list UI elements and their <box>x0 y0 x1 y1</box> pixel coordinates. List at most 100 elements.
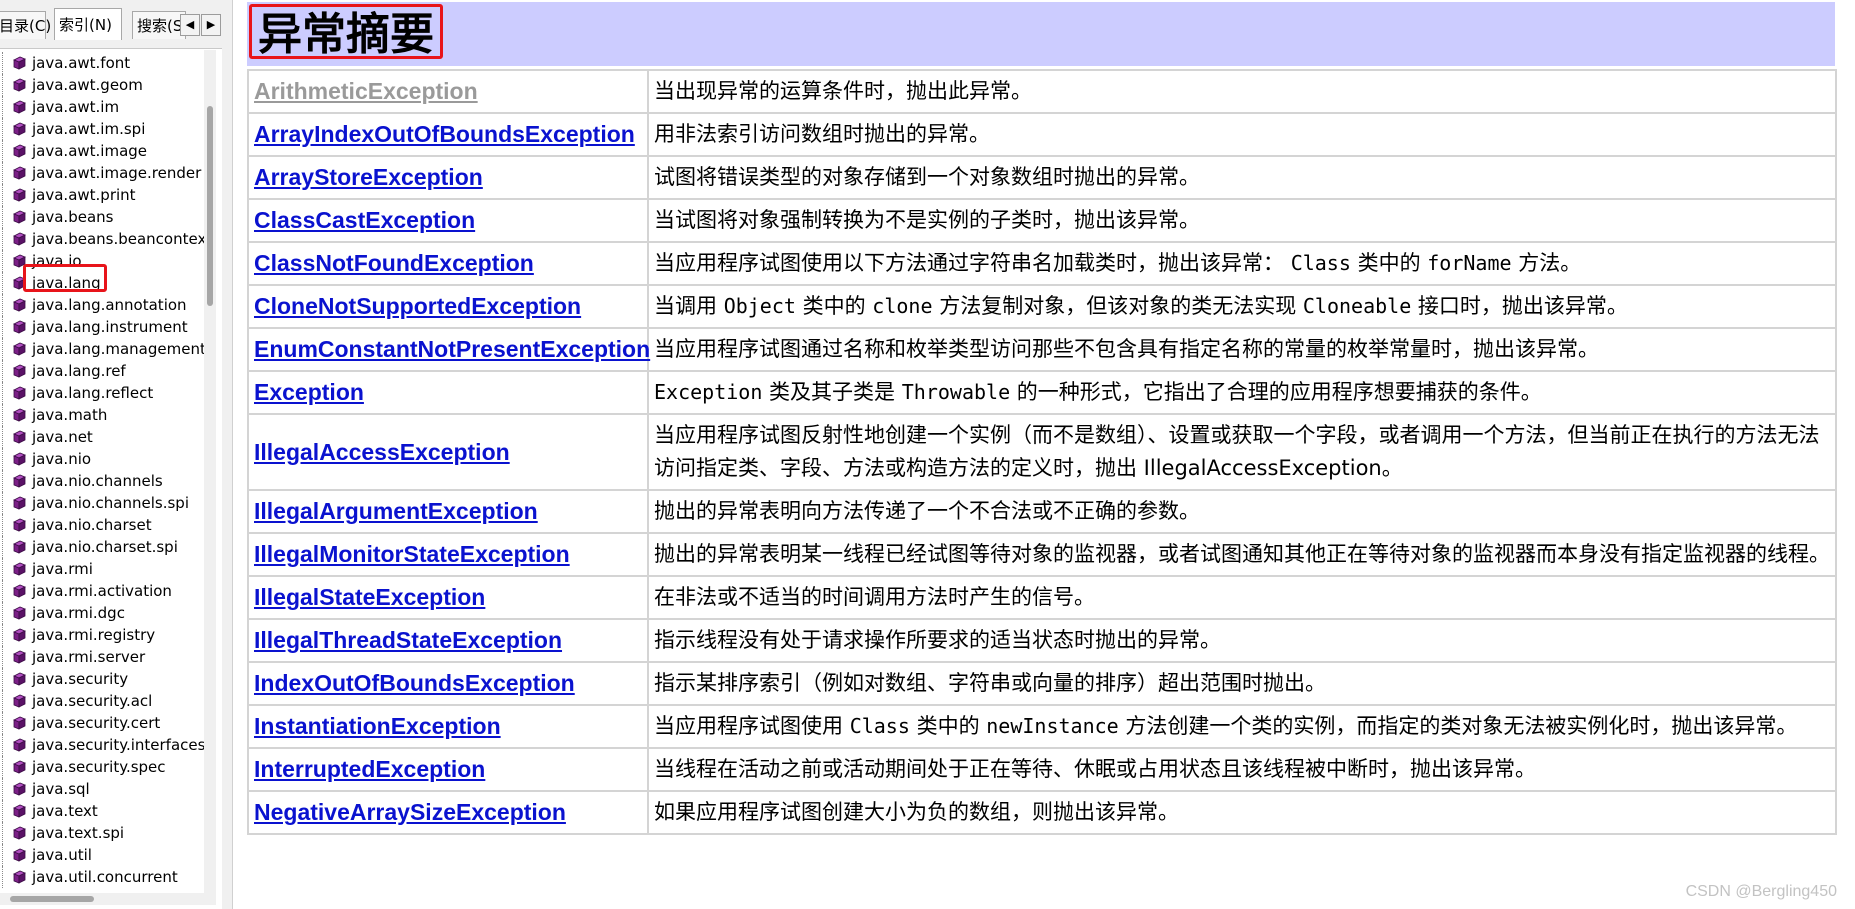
exception-link[interactable]: IllegalStateException <box>254 584 485 610</box>
tree-item[interactable]: java.nio <box>0 448 204 470</box>
tree-item[interactable]: java.rmi.activation <box>0 580 204 602</box>
tree-vertical-scroll-thumb[interactable] <box>207 106 213 306</box>
tree-item[interactable]: java.lang.instrument <box>0 316 204 338</box>
exception-name-cell: IllegalMonitorStateException <box>247 532 649 577</box>
tree-item[interactable]: java.security.spec <box>0 756 204 778</box>
tree-item[interactable]: java.text.spi <box>0 822 204 844</box>
tree-connector-line <box>2 294 4 316</box>
tree-item[interactable]: java.awt.im.spi <box>0 118 204 140</box>
tree-connector-line <box>2 690 4 712</box>
exception-link[interactable]: ClassCastException <box>254 207 475 233</box>
tree-item[interactable]: java.awt.font <box>0 52 204 74</box>
exception-description: 当应用程序试图使用以下方法通过字符串名加载类时，抛出该异常： Class 类中的… <box>654 247 1830 280</box>
tree-item[interactable]: java.beans.beancontex <box>0 228 204 250</box>
description-text: 抛出的异常表明某一线程已经试图等待对象的监视器，或者试图通知其他正在等待对象的监… <box>654 542 1830 566</box>
exception-description: 当试图将对象强制转换为不是实例的子类时，抛出该异常。 <box>654 204 1830 237</box>
book-icon <box>13 364 26 378</box>
exception-description: Exception 类及其子类是 Throwable 的一种形式，它指出了合理的… <box>654 376 1830 409</box>
tree-item[interactable]: java.lang.reflect <box>0 382 204 404</box>
tree-item[interactable]: java.nio.channels <box>0 470 204 492</box>
tree-item[interactable]: java.rmi.dgc <box>0 602 204 624</box>
book-icon <box>13 848 26 862</box>
book-icon <box>13 298 26 312</box>
tree-item[interactable]: java.security <box>0 668 204 690</box>
exception-link[interactable]: IndexOutOfBoundsException <box>254 670 575 696</box>
exception-name-cell: ArithmeticException <box>247 69 649 114</box>
tree-item[interactable]: java.awt.image <box>0 140 204 162</box>
book-icon <box>13 452 26 466</box>
exception-link[interactable]: InterruptedException <box>254 756 485 782</box>
tree-item[interactable]: java.beans <box>0 206 204 228</box>
description-text: 当应用程序试图通过名称和枚举类型访问那些不包含具有指定名称的常量的枚举常量时，抛… <box>654 337 1599 361</box>
tree-item[interactable]: java.lang.management <box>0 338 204 360</box>
tree-item-label: java.security.acl <box>32 692 153 710</box>
exception-link[interactable]: IllegalMonitorStateException <box>254 541 570 567</box>
pane-splitter[interactable] <box>222 0 233 909</box>
description-text: 当线程在活动之前或活动期间处于正在等待、休眠或占用状态且该线程被中断时，抛出该异… <box>654 757 1536 781</box>
tree-item[interactable]: java.security.acl <box>0 690 204 712</box>
code-span: Throwable <box>901 380 1011 404</box>
tree-item[interactable]: java.rmi.server <box>0 646 204 668</box>
tab-scroll-right-button[interactable]: ▶ <box>201 14 221 36</box>
tree-item[interactable]: java.awt.print <box>0 184 204 206</box>
tab-search[interactable]: 搜索(S <box>132 11 186 39</box>
exception-link[interactable]: EnumConstantNotPresentException <box>254 336 650 362</box>
tree-item-label: java.awt.image <box>32 142 148 160</box>
exception-link[interactable]: Exception <box>254 379 364 405</box>
exception-link[interactable]: ArithmeticException <box>254 78 478 104</box>
tree-item[interactable]: java.nio.charset <box>0 514 204 536</box>
tab-index[interactable]: 索引(N) <box>54 8 122 40</box>
exception-description: 用非法索引访问数组时抛出的异常。 <box>654 118 1830 151</box>
tree-item[interactable]: java.awt.image.render <box>0 162 204 184</box>
exception-link[interactable]: IllegalArgumentException <box>254 498 538 524</box>
exception-description-cell: 当应用程序试图通过名称和枚举类型访问那些不包含具有指定名称的常量的枚举常量时，抛… <box>647 327 1837 372</box>
tree-item[interactable]: java.util.concurrent <box>0 866 204 888</box>
exception-link[interactable]: NegativeArraySizeException <box>254 799 566 825</box>
tree-item[interactable]: java.security.interfaces <box>0 734 204 756</box>
tab-scroll-left-button[interactable]: ◀ <box>180 14 200 36</box>
exception-link[interactable]: InstantiationException <box>254 713 501 739</box>
tree-item[interactable]: java.util <box>0 844 204 866</box>
exception-link[interactable]: IllegalAccessException <box>254 439 510 465</box>
exception-link[interactable]: ClassNotFoundException <box>254 250 534 276</box>
exception-link[interactable]: CloneNotSupportedException <box>254 293 581 319</box>
tree-connector-line <box>2 448 4 470</box>
tree-item-label: java.math <box>32 406 108 424</box>
exception-description-cell: 用非法索引访问数组时抛出的异常。 <box>647 112 1837 157</box>
description-text: 类中的 <box>795 294 873 318</box>
tree-item[interactable]: java.awt.im <box>0 96 204 118</box>
tree-item[interactable]: java.security.cert <box>0 712 204 734</box>
tree-item[interactable]: java.lang.annotation <box>0 294 204 316</box>
description-text: 抛出的异常表明向方法传递了一个不合法或不正确的参数。 <box>654 499 1200 523</box>
tree-item[interactable]: java.lang.ref <box>0 360 204 382</box>
tree-item[interactable]: java.text <box>0 800 204 822</box>
tree-item[interactable]: java.awt.geom <box>0 74 204 96</box>
tree-item[interactable]: java.math <box>0 404 204 426</box>
exception-description-cell: 当调用 Object 类中的 clone 方法复制对象，但该对象的类无法实现 C… <box>647 284 1837 329</box>
tree-item[interactable]: java.net <box>0 426 204 448</box>
table-row: CloneNotSupportedException 当调用 Object 类中的… <box>247 284 1837 329</box>
tree-horizontal-scroll-thumb[interactable] <box>10 896 94 902</box>
tree-connector-line <box>2 580 4 602</box>
description-text: 用非法索引访问数组时抛出的异常。 <box>654 122 990 146</box>
tree-item-label: java.lang.management <box>32 340 204 358</box>
table-row: IllegalMonitorStateException 抛出的异常表明某一线程已… <box>247 532 1837 577</box>
exception-link[interactable]: ArrayIndexOutOfBoundsException <box>254 121 635 147</box>
exception-description: 试图将错误类型的对象存储到一个对象数组时抛出的异常。 <box>654 161 1830 194</box>
exception-name-cell: Exception <box>247 370 649 415</box>
exception-link[interactable]: ArrayStoreException <box>254 164 483 190</box>
tree-connector-line <box>2 316 4 338</box>
tree-horizontal-scrollbar[interactable] <box>0 893 216 905</box>
exception-description: 当调用 Object 类中的 clone 方法复制对象，但该对象的类无法实现 C… <box>654 290 1830 323</box>
tree-vertical-scrollbar[interactable] <box>204 50 216 893</box>
tree-item[interactable]: java.nio.charset.spi <box>0 536 204 558</box>
exception-description-cell: 试图将错误类型的对象存储到一个对象数组时抛出的异常。 <box>647 155 1837 200</box>
exception-name-cell: CloneNotSupportedException <box>247 284 649 329</box>
tree-item[interactable]: java.sql <box>0 778 204 800</box>
tree-item[interactable]: java.rmi <box>0 558 204 580</box>
tree-item[interactable]: java.rmi.registry <box>0 624 204 646</box>
tree-item[interactable]: java.nio.channels.spi <box>0 492 204 514</box>
tab-contents[interactable]: 目录(C) <box>0 11 51 39</box>
exception-link[interactable]: IllegalThreadStateException <box>254 627 562 653</box>
description-text: 指示线程没有处于请求操作所要求的适当状态时抛出的异常。 <box>654 628 1221 652</box>
